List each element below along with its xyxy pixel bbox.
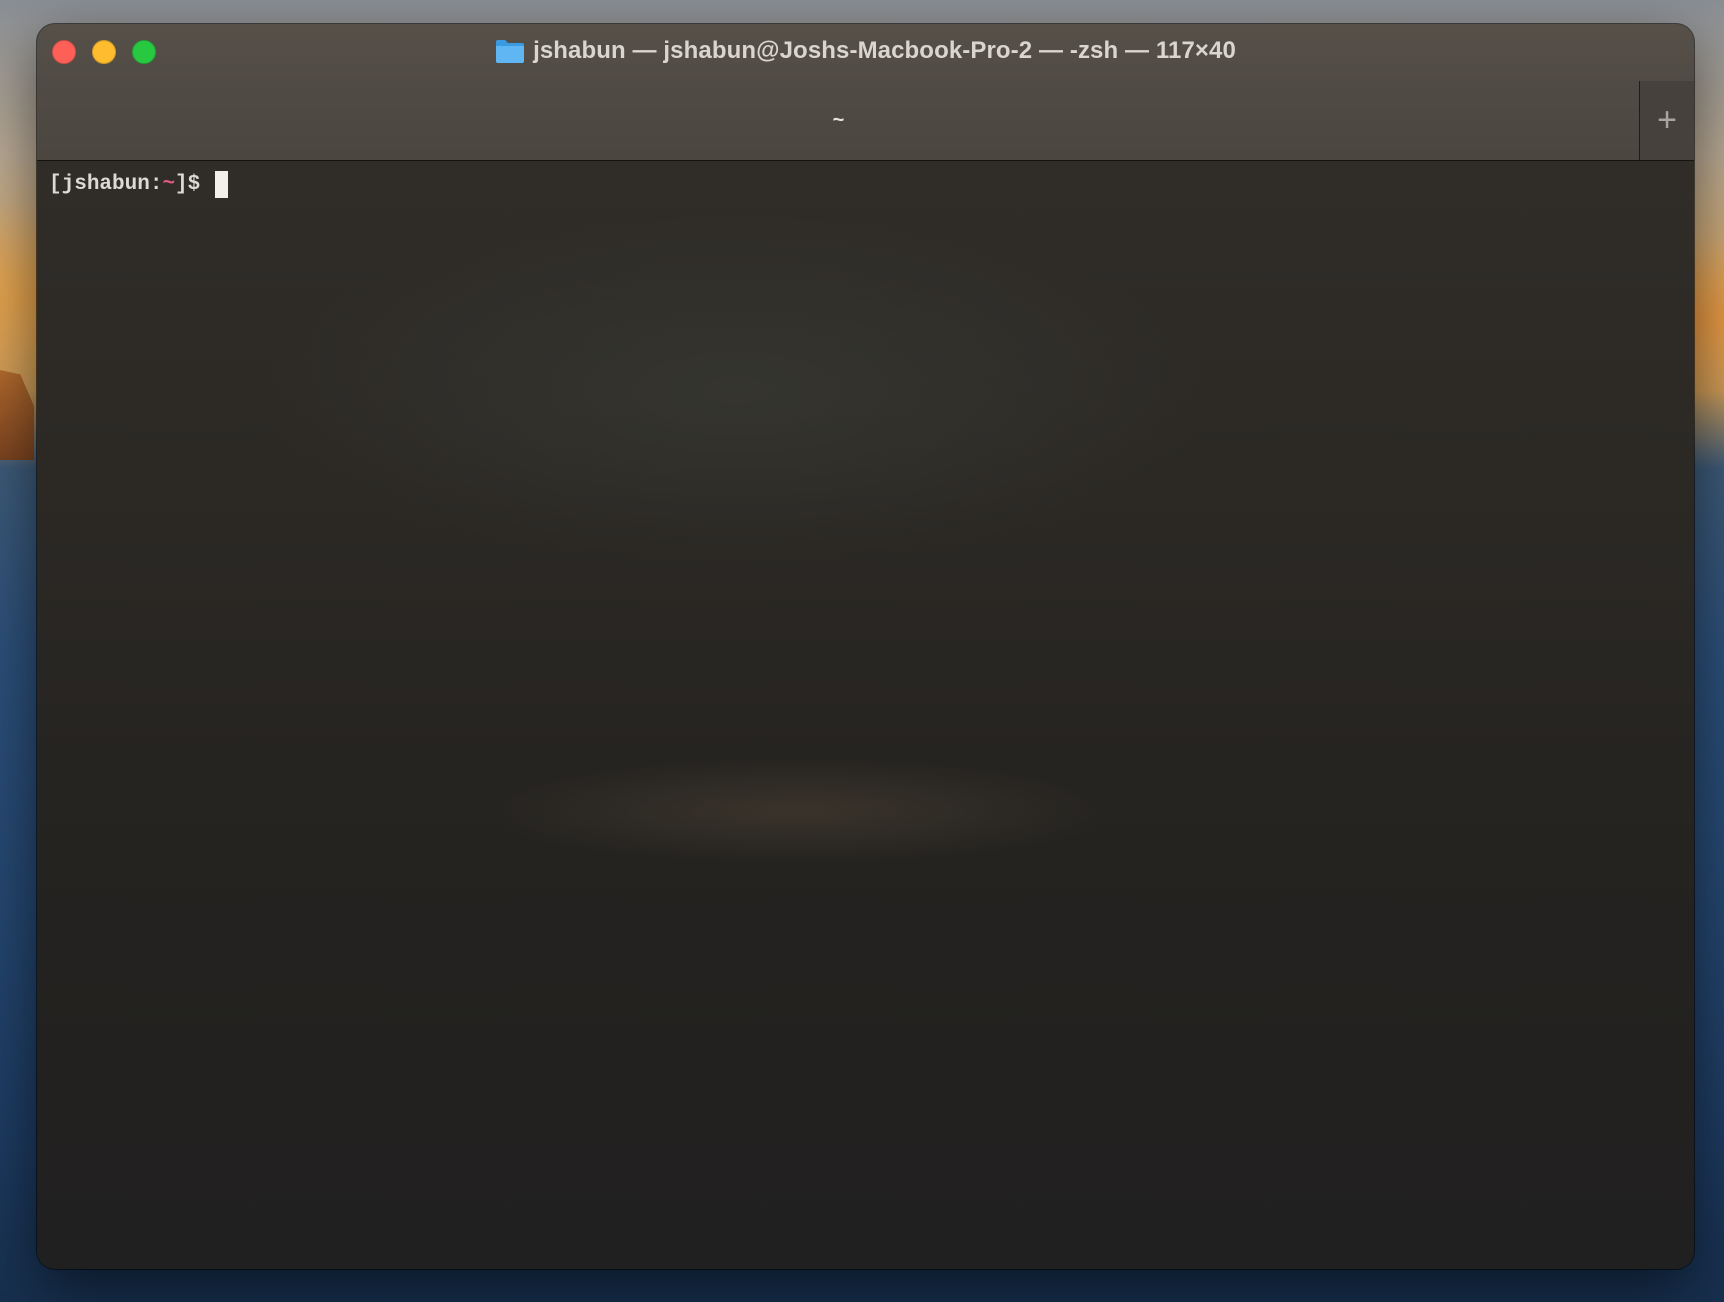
tab-home[interactable]: ~ xyxy=(37,81,1640,160)
folder-icon xyxy=(495,38,525,64)
terminal-window: jshabun — jshabun@Joshs-Macbook-Pro-2 — … xyxy=(37,24,1694,1269)
prompt-path: ~ xyxy=(162,172,176,196)
window-title: jshabun — jshabun@Joshs-Macbook-Pro-2 — … xyxy=(533,37,1236,64)
new-tab-button[interactable]: + xyxy=(1639,81,1694,160)
window-title-container: jshabun — jshabun@Joshs-Macbook-Pro-2 — … xyxy=(37,24,1694,78)
tab-label: ~ xyxy=(832,109,845,131)
tab-bar: ~ + xyxy=(37,81,1694,161)
wallpaper-rock xyxy=(0,370,34,460)
prompt-line: [jshabun: ~] $ xyxy=(49,169,1682,199)
terminal-content[interactable]: [jshabun: ~] $ xyxy=(37,161,1694,1269)
title-bar[interactable]: jshabun — jshabun@Joshs-Macbook-Pro-2 — … xyxy=(37,24,1694,81)
prompt-close-bracket: ] xyxy=(175,172,188,196)
prompt-open-bracket: [ xyxy=(49,172,62,196)
plus-icon: + xyxy=(1657,101,1677,139)
text-cursor xyxy=(214,170,228,198)
prompt-separator: : xyxy=(149,172,163,196)
prompt-symbol: $ xyxy=(187,172,213,196)
prompt-user: jshabun xyxy=(61,172,150,196)
